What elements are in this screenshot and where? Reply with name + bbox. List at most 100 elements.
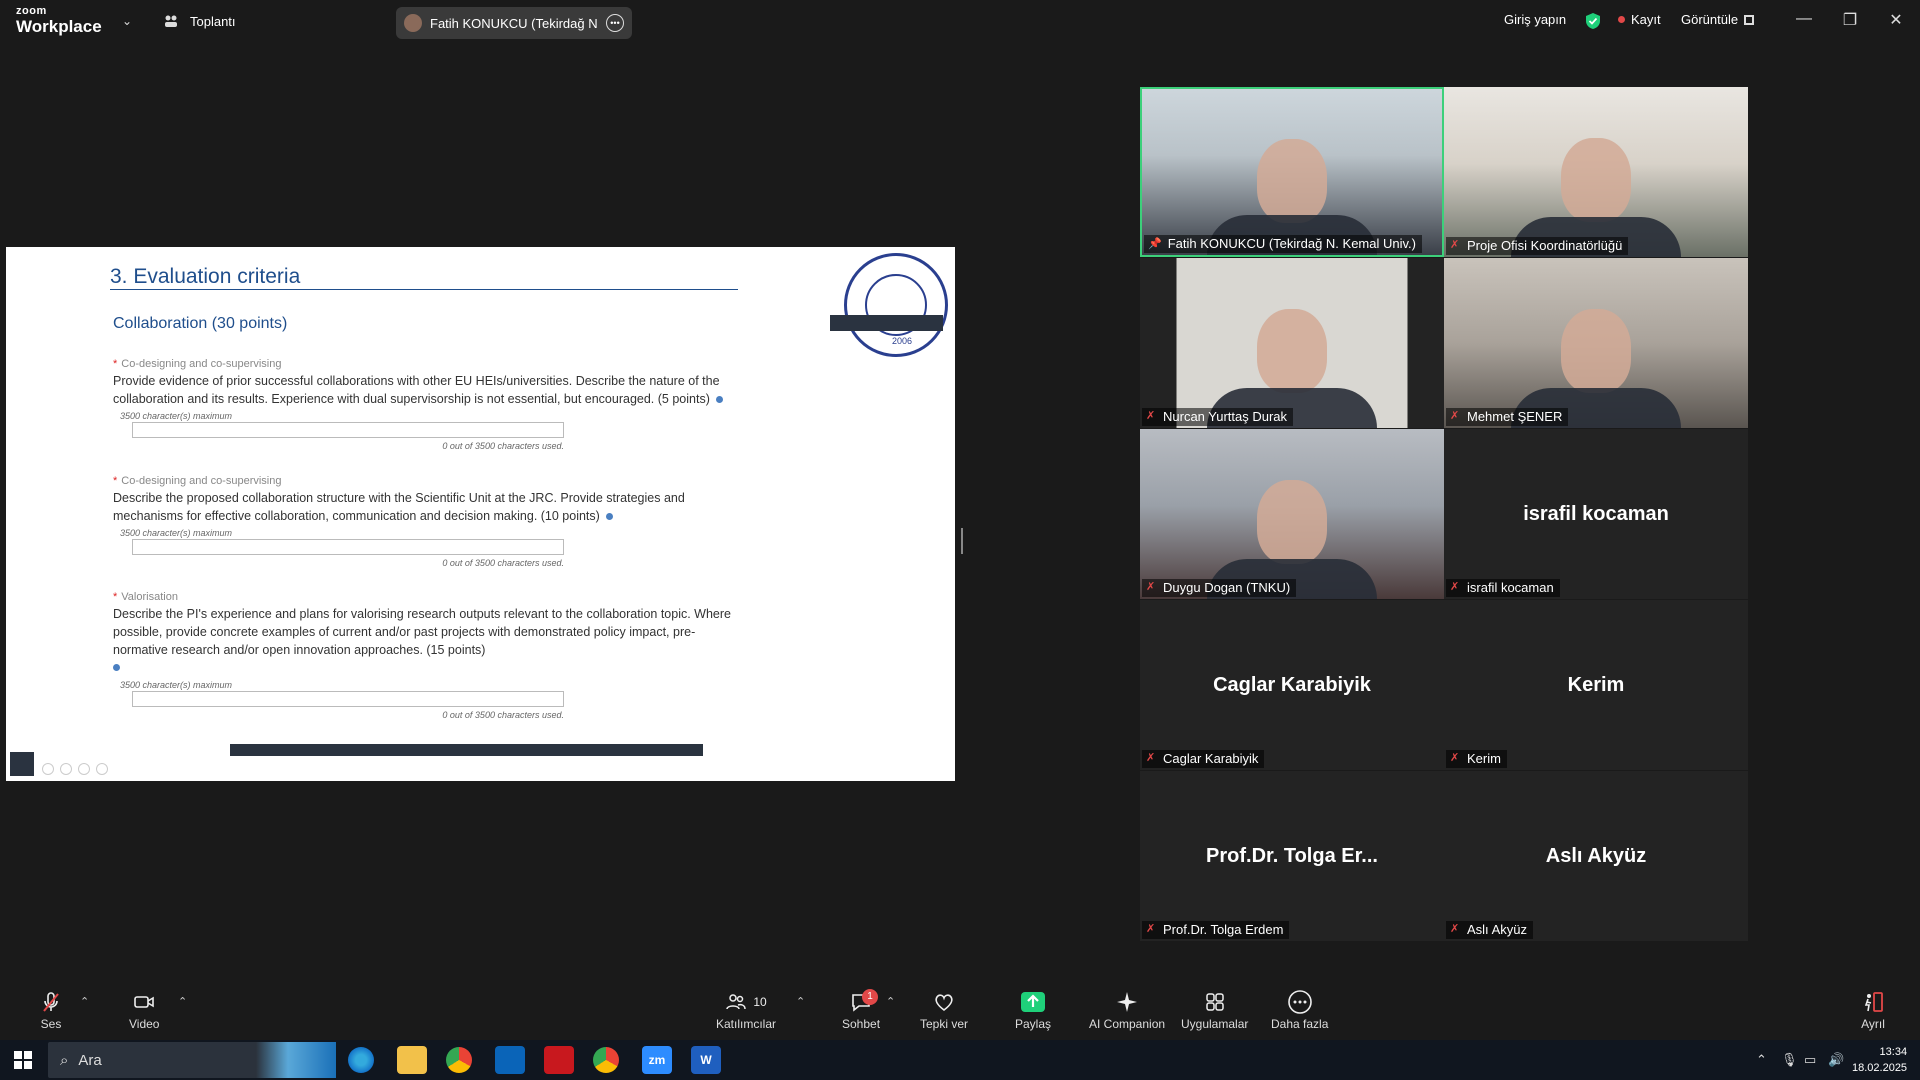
participant-tile[interactable]: Caglar Karabiyik ✗ Caglar Karabiyik — [1140, 600, 1444, 770]
outlook-icon[interactable] — [495, 1046, 525, 1074]
participant-name: israfil kocaman — [1467, 580, 1554, 595]
participant-name-tag: ✗ Caglar Karabiyik — [1142, 750, 1265, 768]
chat-options-chevron-icon[interactable]: ⌃ — [886, 995, 895, 1008]
chat-unread-badge: 1 — [862, 989, 878, 1005]
search-icon: ⌕ — [60, 1051, 69, 1069]
participant-silhouette — [1561, 309, 1631, 393]
participants-options-chevron-icon[interactable]: ⌃ — [796, 995, 805, 1008]
ai-companion-button[interactable]: AI Companion — [1089, 989, 1165, 1031]
chars-used: 0 out of 3500 characters used. — [442, 558, 564, 568]
participant-video — [1444, 87, 1748, 257]
signin-button[interactable]: Giriş yapın — [1504, 12, 1566, 27]
logo-small-text: zoom — [16, 5, 47, 17]
more-icon[interactable] — [96, 763, 108, 775]
restore-icon[interactable]: ❐ — [1838, 10, 1862, 30]
word-icon[interactable]: W — [691, 1046, 721, 1074]
mic-muted-icon: ✗ — [1146, 581, 1156, 593]
participant-tile[interactable]: israfil kocaman ✗ israfil kocaman — [1444, 429, 1748, 599]
participant-name-tag: ✗ israfil kocaman — [1446, 579, 1560, 597]
participant-display-name: Prof.Dr. Tolga Er... — [1206, 845, 1378, 867]
redaction-bar — [830, 315, 943, 331]
windows-start-icon[interactable] — [14, 1051, 32, 1069]
apps-icon — [1200, 989, 1230, 1015]
reactions-button[interactable]: Tepki ver — [920, 989, 968, 1031]
zoom-icon[interactable] — [78, 763, 90, 775]
audio-button[interactable]: Ses — [36, 989, 66, 1031]
tray-chevron-icon[interactable]: ⌃ — [1756, 1052, 1767, 1068]
participant-tile[interactable]: Prof.Dr. Tolga Er... ✗ Prof.Dr. Tolga Erde… — [1140, 771, 1444, 941]
participant-silhouette — [1257, 138, 1327, 223]
image-icon[interactable] — [60, 763, 72, 775]
participant-name-tag: ✗ Prof.Dr. Tolga Erdem — [1142, 921, 1290, 939]
participants-button[interactable]: 10 Katılımcılar — [716, 989, 776, 1031]
record-dot-icon — [1618, 16, 1625, 23]
video-options-chevron-icon[interactable]: ⌃ — [178, 995, 187, 1008]
acrobat-icon[interactable] — [544, 1046, 574, 1074]
info-icon[interactable] — [715, 396, 723, 404]
share-button[interactable]: Paylaş — [1015, 989, 1051, 1031]
security-shield-icon[interactable] — [1584, 12, 1602, 30]
participant-name: Prof.Dr. Tolga Erdem — [1163, 922, 1284, 937]
network-icon[interactable]: ▭ — [1804, 1052, 1816, 1068]
required-mark: * — [113, 591, 118, 603]
zoom-logo[interactable]: zoom Workplace — [16, 5, 102, 36]
max-chars: 3500 character(s) maximum — [120, 411, 233, 421]
apps-label: Uygulamalar — [1181, 1017, 1249, 1031]
resize-handle[interactable] — [961, 528, 963, 554]
file-explorer-icon[interactable] — [397, 1046, 427, 1074]
criterion-textarea[interactable] — [132, 422, 564, 438]
pen-icon[interactable] — [42, 763, 54, 775]
more-label: Daha fazla — [1271, 1017, 1329, 1031]
zoom-taskbar-icon[interactable]: zm — [642, 1046, 672, 1074]
meeting-label: Toplantı — [190, 13, 236, 29]
apps-button[interactable]: Uygulamalar — [1181, 989, 1248, 1031]
criterion-textarea[interactable] — [132, 539, 564, 555]
criterion-label: Co-designing and co-supervising — [121, 475, 282, 487]
title-bar: zoom Workplace ⌄ Toplantı Fatih KONUKCU … — [0, 0, 1920, 44]
volume-icon[interactable]: 🔊 — [1828, 1052, 1844, 1068]
participant-tile[interactable]: ✗ Proje Ofisi Koordinatörlüğü — [1444, 87, 1748, 257]
participant-name-tag: ✗ Proje Ofisi Koordinatörlüğü — [1446, 237, 1629, 255]
participant-tile[interactable]: ✗ Nurcan Yurttaş Durak — [1140, 258, 1444, 428]
participant-tile[interactable]: Kerim ✗ Kerim — [1444, 600, 1748, 770]
participant-tile[interactable]: ✗ Mehmet ŞENER — [1444, 258, 1748, 428]
title-underline — [110, 289, 738, 290]
view-button[interactable]: Görüntüle — [1681, 12, 1755, 27]
participants-icon: 10 — [716, 989, 776, 1015]
leave-button[interactable]: Ayrıl — [1858, 989, 1888, 1031]
video-button[interactable]: Video — [129, 989, 159, 1031]
system-clock[interactable]: 13:34 18.02.2025 — [1852, 1044, 1907, 1076]
close-icon[interactable]: ✕ — [1884, 10, 1908, 30]
ai-companion-label: AI Companion — [1089, 1017, 1166, 1031]
chevron-down-icon[interactable]: ⌄ — [122, 14, 132, 28]
active-speaker-pill[interactable]: Fatih KONUKCU (Tekirdağ N. Ken ••• — [396, 7, 632, 39]
participant-tile[interactable]: 📌 Fatih KONUKCU (Tekirdağ N. Kemal Univ.) — [1140, 87, 1444, 257]
reactions-label: Tepki ver — [920, 1017, 969, 1031]
participant-tile[interactable]: ✗ Duygu Dogan (TNKU) — [1140, 429, 1444, 599]
leave-icon — [1858, 989, 1888, 1015]
participant-name-tag: ✗ Nurcan Yurttaş Durak — [1142, 408, 1294, 426]
mic-muted-icon: ✗ — [1450, 581, 1460, 593]
edge-icon[interactable] — [348, 1047, 374, 1073]
participant-tile[interactable]: Aslı Akyüz ✗ Aslı Akyüz — [1444, 771, 1748, 941]
taskbar-search[interactable]: ⌕ Ara — [48, 1042, 336, 1078]
participant-display-name: Kerim — [1567, 674, 1625, 696]
minimize-icon[interactable]: — — [1792, 10, 1816, 28]
meeting-toolbar: Ses ⌃ Video ⌃ 10 Katılımcılar ⌃ Sohbet 1… — [0, 981, 1920, 1040]
criterion-textarea[interactable] — [132, 691, 564, 707]
participant-name: Nurcan Yurttaş Durak — [1163, 409, 1288, 424]
meeting-menu[interactable]: Toplantı — [162, 12, 236, 30]
chrome-icon[interactable] — [446, 1047, 472, 1073]
slide-thumbnail — [10, 752, 34, 776]
microphone-tray-icon[interactable]: 🎙 — [1781, 1052, 1798, 1068]
more-button[interactable]: Daha fazla — [1271, 989, 1328, 1031]
chrome-profile-icon[interactable] — [593, 1047, 619, 1073]
max-chars: 3500 character(s) maximum — [120, 680, 233, 690]
info-icon[interactable] — [605, 513, 613, 521]
record-indicator[interactable]: Kayıt — [1618, 12, 1661, 27]
info-icon[interactable] — [113, 664, 120, 672]
more-options-icon[interactable]: ••• — [606, 14, 624, 32]
record-label: Kayıt — [1631, 12, 1661, 27]
audio-options-chevron-icon[interactable]: ⌃ — [80, 995, 89, 1008]
active-speaker-name: Fatih KONUKCU (Tekirdağ N. Ken — [430, 15, 598, 31]
